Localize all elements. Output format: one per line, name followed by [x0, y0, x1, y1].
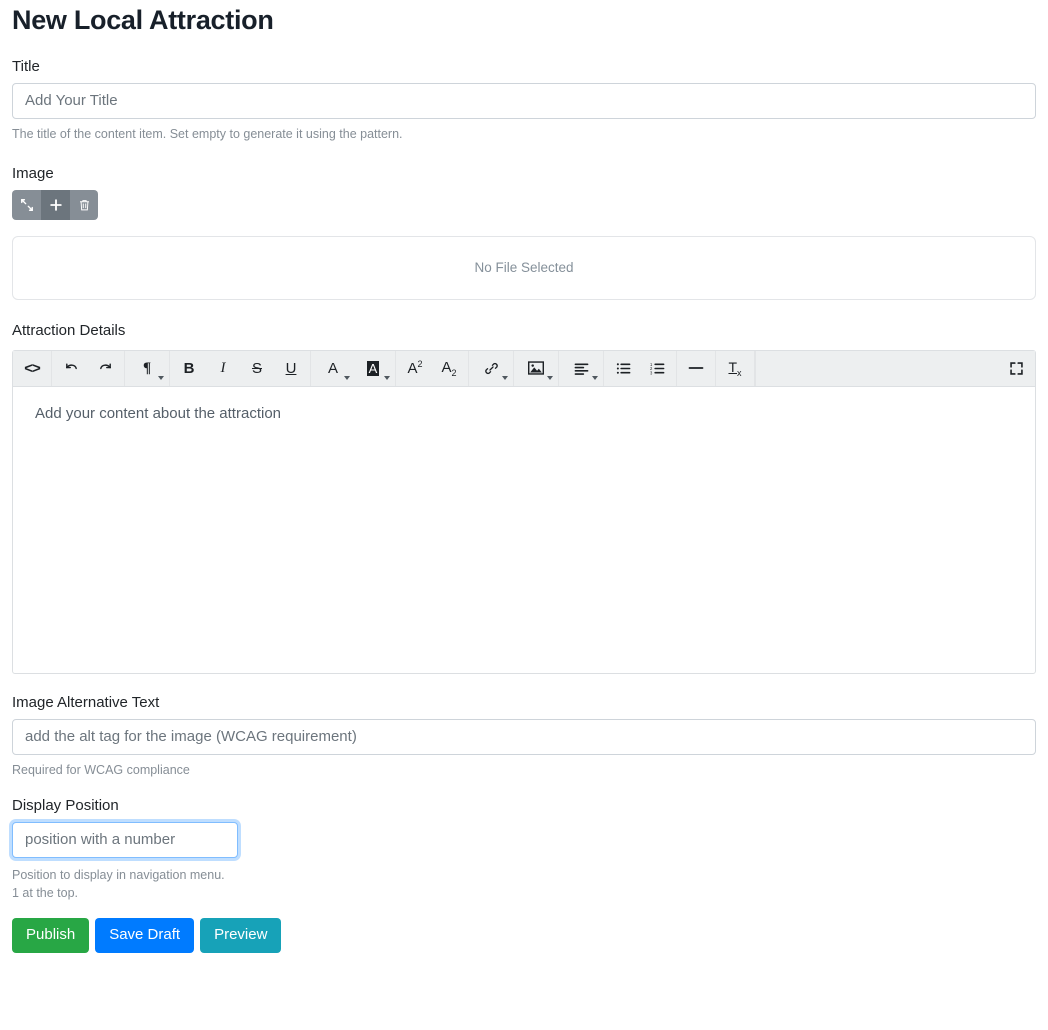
insert-image-icon[interactable] [516, 352, 556, 385]
toolbar-group-align [559, 350, 604, 386]
display-position-input[interactable] [12, 821, 238, 858]
superscript-icon[interactable]: A2 [398, 352, 432, 385]
form-actions: Publish Save Draft Preview [12, 918, 1036, 954]
alt-text-help-text: Required for WCAG compliance [12, 762, 190, 777]
title-input[interactable] [12, 82, 1036, 119]
underline-icon[interactable]: U [274, 352, 308, 385]
image-toolbar [12, 189, 98, 220]
ordered-list-icon[interactable]: 1 2 3 [640, 352, 674, 385]
toolbar-group-image [514, 350, 559, 386]
toolbar-group-link [469, 350, 514, 386]
rich-text-editor: <> ¶ B I S U A A A2 A2 1 2 3 Tx Add your… [12, 349, 1036, 674]
trash-icon[interactable] [70, 189, 98, 220]
toolbar-spacer [755, 350, 997, 386]
insert-link-icon[interactable] [471, 352, 511, 385]
preview-button[interactable]: Preview [200, 918, 282, 954]
undo-icon[interactable] [54, 352, 88, 385]
attraction-details-group: Attraction Details <> ¶ B I S U A A A2 A… [12, 322, 1036, 674]
align-icon[interactable] [561, 352, 601, 385]
text-color-icon[interactable]: A [313, 352, 353, 385]
chevron-down-icon [547, 375, 553, 380]
editor-content-area[interactable]: Add your content about the attraction [13, 387, 1035, 673]
add-icon[interactable] [41, 189, 70, 220]
redo-icon[interactable] [88, 352, 122, 385]
toolbar-group-script: A2 A2 [396, 350, 469, 386]
italic-icon[interactable]: I [206, 352, 240, 385]
image-field-group: Image No File Selected [12, 165, 1036, 300]
display-position-help-line1: Position to display in navigation menu. [12, 867, 225, 882]
display-position-help-line2: 1 at the top. [12, 886, 79, 901]
display-position-field-group: Display Position Position to display in … [12, 797, 1036, 902]
chevron-down-icon [384, 375, 390, 380]
chevron-down-icon [592, 375, 598, 380]
horizontal-rule-icon[interactable] [679, 352, 713, 385]
alt-text-input[interactable] [12, 718, 1036, 755]
alt-text-field-group: Image Alternative Text Required for WCAG… [12, 694, 1036, 779]
editor-placeholder: Add your content about the attraction [35, 404, 281, 422]
attraction-details-label: Attraction Details [12, 321, 126, 339]
toolbar-group-lists: 1 2 3 [604, 350, 677, 386]
display-position-label: Display Position [12, 796, 119, 814]
title-label: Title [12, 57, 40, 75]
toolbar-group-color: A A [311, 350, 396, 386]
chevron-down-icon [158, 375, 164, 380]
toolbar-group-inline: B I S U [170, 350, 311, 386]
file-drop-area[interactable]: No File Selected [12, 235, 1036, 300]
toolbar-group-source: <> [13, 350, 52, 386]
unordered-list-icon[interactable] [606, 352, 640, 385]
alt-text-label: Image Alternative Text [12, 693, 160, 711]
source-code-icon[interactable]: <> [15, 352, 49, 385]
background-color-icon[interactable]: A [353, 352, 393, 385]
expand-collapse-icon[interactable] [12, 189, 41, 220]
svg-text:3: 3 [650, 370, 653, 375]
publish-button[interactable]: Publish [12, 918, 90, 954]
title-help-text: The title of the content item. Set empty… [12, 126, 403, 141]
bold-icon[interactable]: B [172, 352, 206, 385]
toolbar-group-history [52, 350, 125, 386]
toolbar-group-paragraph: ¶ [125, 350, 170, 386]
paragraph-format-icon[interactable]: ¶ [127, 352, 167, 385]
toolbar-group-fullscreen [997, 351, 1035, 386]
save-draft-button[interactable]: Save Draft [95, 918, 195, 954]
editor-toolbar: <> ¶ B I S U A A A2 A2 1 2 3 Tx [13, 350, 1035, 387]
new-local-attraction-form: New Local Attraction Title The title of … [0, 0, 1048, 1030]
toolbar-group-rule [677, 350, 716, 386]
chevron-down-icon [344, 375, 350, 380]
subscript-icon[interactable]: A2 [432, 352, 466, 385]
fullscreen-icon[interactable] [999, 352, 1033, 385]
image-label: Image [12, 164, 54, 182]
chevron-down-icon [502, 375, 508, 380]
strikethrough-icon[interactable]: S [240, 352, 274, 385]
title-field-group: Title The title of the content item. Set… [12, 58, 1036, 143]
file-drop-text: No File Selected [474, 260, 574, 276]
page-title: New Local Attraction [12, 5, 274, 35]
clear-formatting-icon[interactable]: Tx [718, 352, 752, 385]
toolbar-group-clear: Tx [716, 350, 755, 386]
